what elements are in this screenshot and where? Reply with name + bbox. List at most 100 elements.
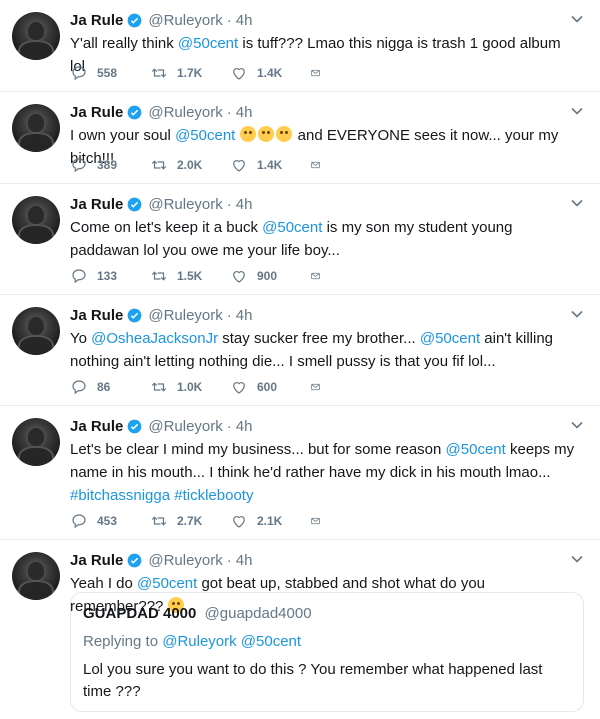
retweet-button[interactable]: 2.0K [150,156,230,174]
author-name[interactable]: Ja Rule [70,307,123,324]
tweet[interactable]: Ja Rule @Ruleyork · 4h Y'all really thin… [0,0,600,92]
dm-button[interactable] [310,512,330,530]
author-name[interactable]: Ja Rule [70,552,123,569]
dm-button[interactable] [310,64,330,82]
like-button[interactable]: 600 [230,378,310,396]
author-handle[interactable]: @Ruleyork [148,307,222,324]
author-handle[interactable]: @Ruleyork [148,104,222,121]
hashtag-link[interactable]: #bitchassnigga [70,487,170,504]
like-count: 1.4K [257,158,283,172]
like-count: 900 [257,269,278,283]
tweet[interactable]: Ja Rule @Ruleyork · 4h Come on let's kee… [0,184,600,295]
retweet-count: 1.0K [177,380,203,394]
chevron-down-icon[interactable] [570,196,584,210]
mention-link[interactable]: @50cent [175,127,235,144]
retweet-count: 1.5K [177,269,203,283]
avatar[interactable] [12,196,60,244]
replying-to-handles[interactable]: @Ruleyork @50cent [162,633,301,650]
retweet-icon [151,382,167,392]
like-button[interactable]: 1.4K [230,64,310,82]
reply-button[interactable]: 86 [70,378,150,396]
retweet-count: 2.7K [177,514,203,528]
reply-icon [72,66,86,81]
avatar[interactable] [12,307,60,355]
mention-link[interactable]: @50cent [262,219,322,236]
author-name[interactable]: Ja Rule [70,418,123,435]
heart-icon [233,160,245,172]
retweet-button[interactable]: 1.5K [150,267,230,285]
retweet-button[interactable]: 1.0K [150,378,230,396]
tweet[interactable]: Ja Rule @Ruleyork · 4h Yeah I do @50cent… [0,540,600,719]
reply-button[interactable]: 453 [70,512,150,530]
quoted-author-name: GUAPDAD 4000 [83,605,197,622]
separator: · [226,11,232,29]
envelope-icon [311,383,320,391]
retweet-button[interactable]: 1.7K [150,64,230,82]
chevron-down-icon[interactable] [570,12,584,26]
chevron-down-icon[interactable] [570,104,584,118]
reply-button[interactable]: 558 [70,64,150,82]
dm-button[interactable] [310,378,330,396]
author-name[interactable]: Ja Rule [70,12,123,29]
quoted-author-handle: @guapdad4000 [204,605,312,622]
timestamp[interactable]: 4h [236,12,253,29]
chevron-down-icon[interactable] [570,307,584,321]
like-count: 600 [257,380,278,394]
mention-link[interactable]: @50cent [420,330,480,347]
separator: · [226,103,232,121]
tweet-actions: 133 1.5K 900 [70,267,330,285]
author-handle[interactable]: @Ruleyork [148,418,222,435]
like-button[interactable]: 2.1K [230,512,310,530]
retweet-count: 1.7K [177,66,203,80]
avatar[interactable] [12,104,60,152]
tweet-header: Ja Rule @Ruleyork · 4h [70,102,252,122]
chevron-down-icon[interactable] [570,552,584,566]
envelope-icon [311,161,320,169]
tweet[interactable]: Ja Rule @Ruleyork · 4h I own your soul @… [0,92,600,184]
mention-link[interactable]: @OsheaJacksonJr [91,330,218,347]
dm-button[interactable] [310,156,330,174]
avatar[interactable] [12,12,60,60]
separator: · [226,195,232,213]
verified-badge-icon [127,553,142,567]
reply-icon [72,380,86,395]
avatar[interactable] [12,552,60,600]
reply-button[interactable]: 389 [70,156,150,174]
envelope-icon [311,517,320,525]
tweet-text: Yo @OsheaJacksonJr stay sucker free my b… [70,327,575,373]
envelope-icon [311,272,320,280]
reply-icon [72,158,86,173]
author-handle[interactable]: @Ruleyork [148,552,222,569]
mention-link[interactable]: @50cent [446,441,506,458]
quoted-tweet[interactable]: GUAPDAD 4000 @guapdad4000 Replying to @R… [70,592,584,712]
timestamp[interactable]: 4h [236,104,253,121]
timestamp[interactable]: 4h [236,196,253,213]
text-segment: Yeah I do [70,575,138,592]
author-handle[interactable]: @Ruleyork [148,12,222,29]
author-handle[interactable]: @Ruleyork [148,196,222,213]
tweet-text: Let's be clear I mind my business... but… [70,438,575,507]
face-emoji-icon [275,126,292,142]
reply-button[interactable]: 133 [70,267,150,285]
quoted-author: GUAPDAD 4000 @guapdad4000 [83,605,312,622]
like-button[interactable]: 1.4K [230,156,310,174]
author-name[interactable]: Ja Rule [70,104,123,121]
author-name[interactable]: Ja Rule [70,196,123,213]
dm-button[interactable] [310,267,330,285]
hashtag-link[interactable]: #ticklebooty [174,487,253,504]
retweet-icon [151,271,167,281]
mention-link[interactable]: @50cent [137,575,197,592]
like-button[interactable]: 900 [230,267,310,285]
text-segment: Yo [70,330,92,347]
avatar[interactable] [12,418,60,466]
timestamp[interactable]: 4h [236,418,253,435]
tweet[interactable]: Ja Rule @Ruleyork · 4h Let's be clear I … [0,406,600,540]
timestamp[interactable]: 4h [236,552,253,569]
timestamp[interactable]: 4h [236,307,253,324]
retweet-button[interactable]: 2.7K [150,512,230,530]
face-emoji-icon [257,126,274,142]
reply-count: 558 [97,66,118,80]
mention-link[interactable]: @50cent [178,35,238,52]
tweet[interactable]: Ja Rule @Ruleyork · 4h Yo @OsheaJacksonJ… [0,295,600,406]
chevron-down-icon[interactable] [570,418,584,432]
